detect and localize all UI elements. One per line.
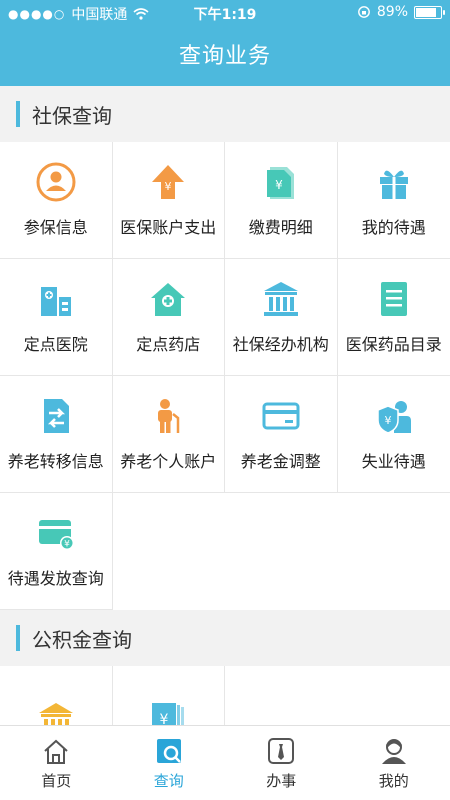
yen-books-icon: ¥ — [152, 703, 185, 726]
menu-item-label: 养老金调整 — [240, 452, 321, 471]
menu-item[interactable]: ¥ — [113, 666, 225, 726]
menu-item-label: 待遇发放查询 — [7, 569, 104, 588]
menu-item[interactable]: 养老金调整 — [225, 376, 338, 493]
tab-label: 查询 — [153, 771, 184, 790]
elderly-person-icon — [158, 399, 180, 433]
menu-item-label: 定点医院 — [23, 335, 88, 354]
user-icon — [381, 738, 406, 764]
svg-text:¥: ¥ — [160, 712, 169, 726]
tab-user[interactable]: 我的 — [338, 726, 450, 800]
battery-percent: 89% — [376, 4, 408, 20]
card-icon — [262, 402, 300, 430]
tab-search[interactable]: 查询 — [113, 726, 226, 800]
bank-icon — [38, 703, 73, 726]
menu-item-label: 缴费明细 — [248, 218, 313, 237]
institution-building-icon — [263, 282, 298, 316]
menu-item-label: 医保账户支出 — [120, 218, 217, 237]
tabbar: 首页 查询 办事 我的 — [0, 725, 450, 800]
person-circle-icon — [36, 162, 76, 202]
svg-text:¥: ¥ — [384, 414, 391, 427]
tab-label: 办事 — [266, 771, 297, 790]
section-accent-bar — [16, 101, 20, 127]
status-left: ●●●●○ 中国联通 — [8, 4, 149, 24]
menu-item[interactable]: 定点药店 — [112, 259, 225, 376]
menu-item[interactable]: 我的待遇 — [337, 142, 450, 259]
yen-document-icon: ¥ — [266, 167, 294, 199]
section-header: 公积金查询 — [0, 610, 450, 666]
menu-item-label: 养老转移信息 — [7, 452, 104, 471]
svg-text:¥: ¥ — [64, 540, 70, 550]
page-title: 查询业务 — [178, 44, 271, 69]
menu-item-label: 定点药店 — [136, 335, 201, 354]
carrier: 中国联通 — [71, 7, 128, 23]
content: 社保查询 参保信息 ¥ 医保账户支出 ¥ 缴费明细 我的待遇 定点医院 定点药店 社保经办机构 医保… — [0, 86, 450, 726]
menu-item-label: 参保信息 — [23, 218, 88, 237]
svg-text:¥: ¥ — [275, 178, 283, 192]
hospital-icon — [40, 287, 71, 316]
menu-item[interactable]: 医保药品目录 — [337, 259, 450, 376]
rotation-lock-icon — [357, 6, 370, 18]
menu-grid: 参保信息 ¥ 医保账户支出 ¥ 缴费明细 我的待遇定点医院 定点药店 社保经办机构 医保药品目录… — [0, 142, 450, 610]
menu-item[interactable]: 参保信息 — [0, 142, 113, 259]
tab-label: 首页 — [41, 771, 72, 790]
menu-item[interactable]: ¥ 待遇发放查询 — [0, 493, 113, 610]
svg-text:¥: ¥ — [165, 180, 172, 193]
status-time: 下午1:19 — [193, 7, 257, 23]
transfer-document-icon — [43, 399, 69, 433]
pharmacy-house-icon — [151, 283, 186, 316]
status-right: 89% — [357, 4, 445, 20]
tab-label: 我的 — [378, 771, 409, 790]
menu-item[interactable]: 养老个人账户 — [112, 376, 225, 493]
section-title: 公积金查询 — [32, 627, 132, 652]
menu-item-label: 医保药品目录 — [345, 335, 442, 354]
tie-icon — [268, 737, 295, 764]
menu-item[interactable]: ¥ 失业待遇 — [337, 376, 450, 493]
home-icon — [44, 739, 68, 764]
menu-grid: ¥ — [0, 666, 450, 726]
list-document-icon — [380, 282, 407, 316]
tab-home[interactable]: 首页 — [0, 726, 113, 800]
shield-person-icon: ¥ — [377, 401, 411, 434]
menu-item[interactable]: ¥ 医保账户支出 — [112, 142, 225, 259]
menu-item-label: 失业待遇 — [361, 452, 426, 471]
card-yen-icon: ¥ — [38, 520, 74, 550]
battery-icon — [414, 5, 445, 19]
section-header: 社保查询 — [0, 86, 450, 142]
tab-tie[interactable]: 办事 — [225, 726, 338, 800]
header: ●●●●○ 中国联通 下午1:19 89% 查询业务 — [0, 0, 450, 86]
menu-item[interactable] — [0, 666, 113, 726]
menu-item[interactable]: 社保经办机构 — [225, 259, 338, 376]
menu-item[interactable]: 定点医院 — [0, 259, 113, 376]
section-title: 社保查询 — [32, 103, 112, 128]
signal-icon: ●●●●○ — [8, 7, 66, 21]
screen: ●●●●○ 中国联通 下午1:19 89% 查询业务 社保查询参保信息 ¥ 医保账户… — [0, 0, 450, 800]
menu-item-label: 养老个人账户 — [120, 452, 217, 471]
search-icon — [156, 738, 181, 763]
wifi-icon — [133, 8, 149, 20]
menu-item[interactable]: ¥ 缴费明细 — [225, 142, 338, 259]
section-accent-bar — [16, 625, 20, 651]
menu-item-label: 我的待遇 — [361, 218, 426, 237]
arrow-up-yen-icon: ¥ — [152, 165, 185, 199]
status-bar: ●●●●○ 中国联通 下午1:19 89% — [0, 0, 450, 26]
menu-item[interactable]: 养老转移信息 — [0, 376, 113, 493]
menu-item-label: 社保经办机构 — [232, 335, 329, 354]
gift-icon — [379, 170, 408, 199]
